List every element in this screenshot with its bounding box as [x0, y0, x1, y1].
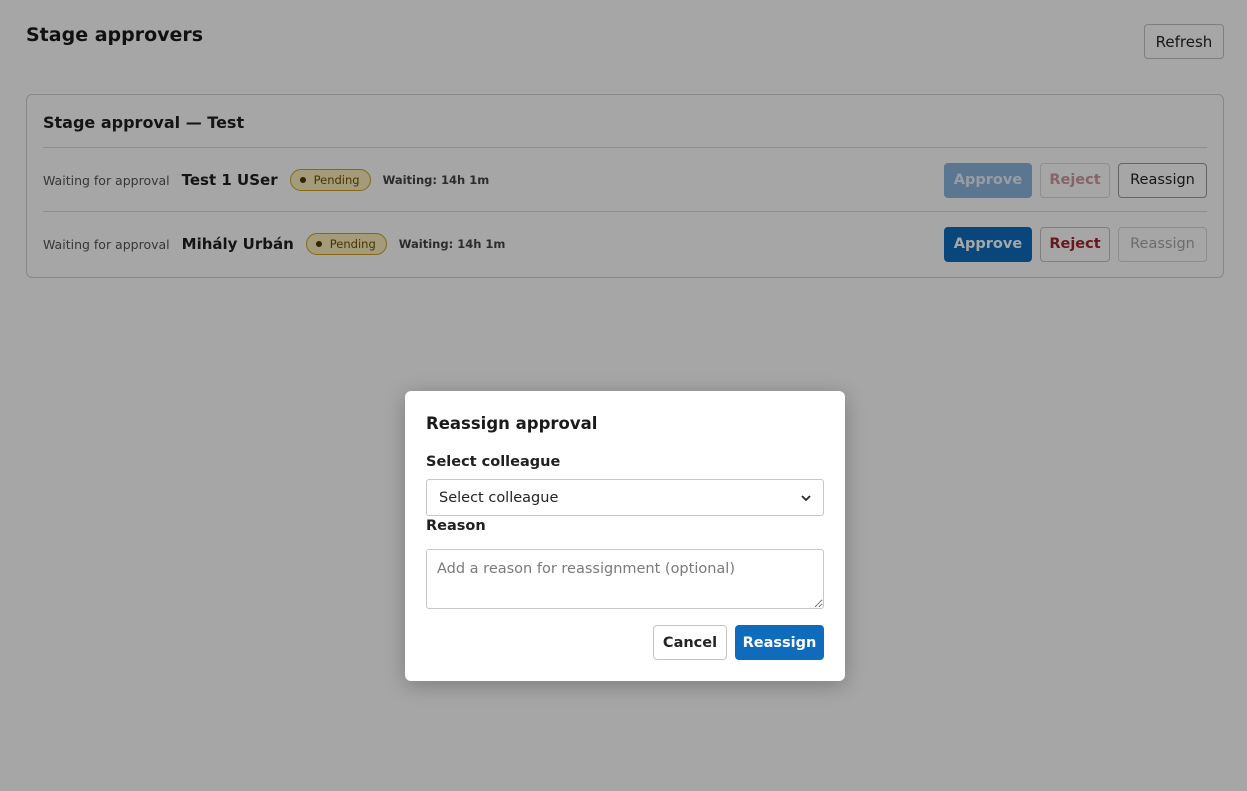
chevron-down-icon [801, 494, 811, 501]
dialog-actions: Cancel Reassign [653, 625, 824, 660]
confirm-reassign-button[interactable]: Reassign [735, 625, 824, 660]
colleague-select[interactable]: Select colleague [426, 479, 824, 516]
colleague-select-value: Select colleague [439, 489, 559, 506]
cancel-button[interactable]: Cancel [653, 625, 727, 660]
reassign-dialog: Reassign approval Select colleague Selec… [405, 391, 845, 681]
reason-label: Reason [426, 518, 486, 534]
colleague-label: Select colleague [426, 454, 561, 470]
reason-textarea[interactable] [426, 549, 824, 609]
dialog-title: Reassign approval [426, 414, 598, 433]
